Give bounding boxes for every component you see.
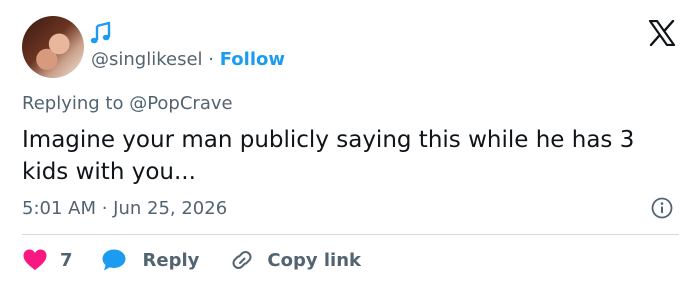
separator-dot: · (208, 49, 214, 70)
replying-to: Replying to @PopCrave (22, 93, 233, 114)
link-icon (232, 251, 252, 269)
like-count: 7 (60, 249, 73, 271)
info-icon[interactable] (651, 197, 673, 219)
x-logo-icon[interactable] (648, 20, 676, 46)
follow-button[interactable]: Follow (220, 49, 285, 70)
reply-label: Reply (142, 249, 200, 271)
copy-link-label: Copy link (267, 249, 361, 271)
avatar[interactable] (22, 16, 84, 78)
music-note-icon (90, 21, 111, 44)
speech-bubble-icon (102, 249, 126, 271)
like-button[interactable]: 7 (22, 248, 101, 272)
author-handle[interactable]: @singlikesel (91, 49, 203, 70)
reply-button[interactable]: Reply (101, 248, 230, 272)
action-bar: 7 Reply Copy link (22, 247, 361, 273)
author-row: @singlikesel · Follow (91, 48, 285, 72)
divider (22, 234, 679, 235)
tweet-text: Imagine your man publicly saying this wh… (22, 127, 635, 185)
copy-link-button[interactable]: Copy link (229, 248, 361, 272)
tweet-timestamp[interactable]: 5:01 AM · Jun 25, 2026 (22, 197, 227, 221)
heart-icon (23, 249, 47, 270)
